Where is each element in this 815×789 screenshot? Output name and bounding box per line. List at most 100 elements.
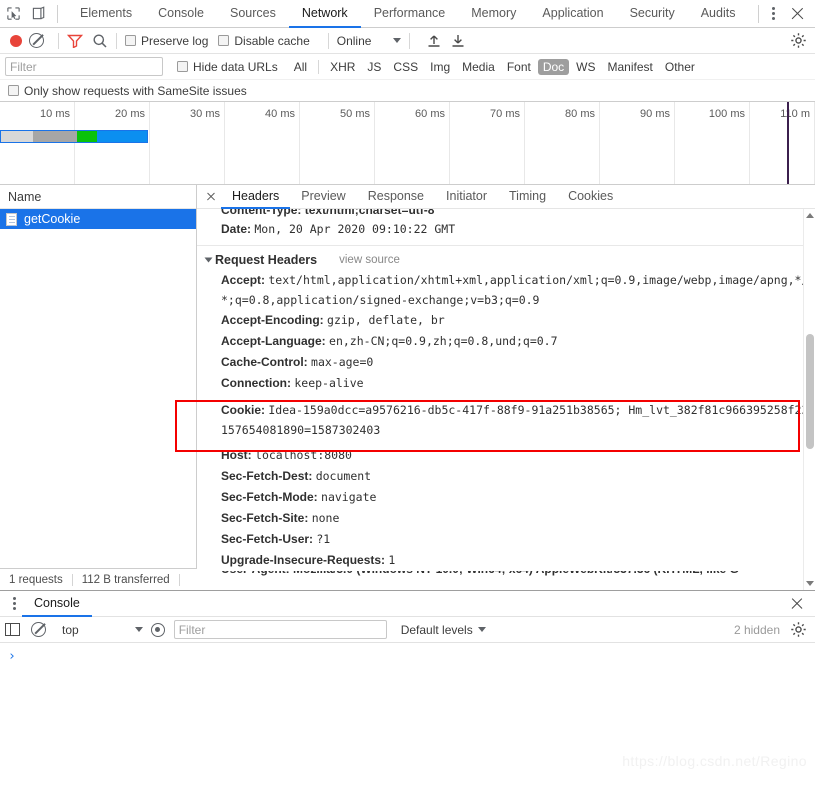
gear-icon[interactable] [790, 621, 807, 638]
gear-icon[interactable] [790, 32, 807, 49]
tab-memory[interactable]: Memory [458, 0, 529, 28]
search-icon[interactable] [92, 33, 108, 49]
network-throttle-select[interactable]: Online [337, 34, 402, 48]
filter-type-font[interactable]: Font [502, 59, 536, 75]
device-toolbar-icon[interactable] [26, 1, 52, 27]
tick-label: 90 ms [640, 108, 670, 120]
console-input-prompt[interactable]: › [0, 643, 815, 664]
export-har-icon[interactable] [450, 33, 466, 49]
tab-application[interactable]: Application [529, 0, 616, 28]
checkbox-box[interactable] [8, 85, 19, 96]
scroll-up-icon[interactable] [804, 209, 815, 222]
tick-label: 50 ms [340, 108, 370, 120]
filter-divider [318, 59, 320, 74]
close-icon[interactable] [201, 187, 221, 207]
filter-type-other[interactable]: Other [660, 59, 700, 75]
close-icon[interactable] [787, 594, 807, 614]
filter-type-img[interactable]: Img [425, 59, 455, 75]
chevron-down-icon[interactable] [134, 627, 143, 632]
header-value: en,zh-CN;q=0.9,zh;q=0.8,und;q=0.7 [329, 334, 558, 348]
tab-headers[interactable]: Headers [221, 185, 290, 209]
view-source-link[interactable]: view source [339, 250, 400, 270]
request-list-column-name[interactable]: Name [0, 185, 196, 209]
document-icon [6, 212, 17, 226]
clear-icon[interactable] [29, 33, 44, 48]
tab-response[interactable]: Response [357, 185, 435, 209]
tab-elements[interactable]: Elements [67, 0, 145, 28]
console-filter-input[interactable] [173, 620, 387, 639]
filter-type-doc[interactable]: Doc [537, 58, 570, 75]
header-name: Accept: [221, 273, 266, 287]
chevron-down-icon [477, 627, 486, 632]
tab-console[interactable]: Console [145, 0, 217, 28]
filter-type-manifest[interactable]: Manifest [603, 59, 658, 75]
header-name: Accept-Encoding: [221, 313, 324, 327]
samesite-checkbox[interactable]: Only show requests with SameSite issues [8, 84, 247, 98]
filter-funnel-icon[interactable] [66, 34, 84, 49]
checkbox-box[interactable] [125, 35, 136, 46]
network-control-bar: Preserve log Disable cache Online [0, 28, 815, 54]
header-row-upgrade-insecure: Upgrade-Insecure-Requests: 1 [197, 550, 815, 571]
import-har-icon[interactable] [426, 33, 442, 49]
tab-timing[interactable]: Timing [498, 185, 557, 209]
request-name: getCookie [24, 212, 81, 226]
context-value: top [62, 622, 79, 637]
chevron-down-icon [393, 38, 402, 43]
scroll-down-icon[interactable] [804, 577, 815, 590]
tab-cookies[interactable]: Cookies [557, 185, 624, 209]
detail-vertical-scrollbar[interactable] [803, 209, 815, 590]
more-vertical-icon[interactable] [6, 593, 22, 615]
request-headers-section-title[interactable]: Request Headers view source [197, 250, 815, 270]
tab-preview[interactable]: Preview [290, 185, 356, 209]
tab-security[interactable]: Security [617, 0, 688, 28]
record-button-icon[interactable] [10, 34, 22, 47]
checkbox-box[interactable] [177, 61, 188, 72]
console-context-selector[interactable]: top [62, 623, 79, 637]
levels-value: Default levels [400, 622, 473, 637]
watermark: https://blog.csdn.net/Regino [622, 753, 807, 769]
filter-type-all[interactable]: All [289, 59, 312, 75]
inspect-cursor-icon[interactable] [0, 1, 26, 27]
header-name: Sec-Fetch-Mode: [221, 490, 318, 504]
tab-performance[interactable]: Performance [361, 0, 459, 28]
network-overview-timeline[interactable]: 10 ms 20 ms 30 ms 40 ms 50 ms 60 ms 70 m… [0, 102, 815, 185]
network-status-bar: 1 requests 112 B transferred [0, 568, 197, 590]
chevron-down-icon[interactable] [204, 257, 213, 263]
filter-type-xhr[interactable]: XHR [325, 59, 360, 75]
preserve-log-checkbox[interactable]: Preserve log [125, 34, 208, 48]
filter-input[interactable] [5, 57, 163, 76]
console-log-levels-select[interactable]: Default levels [401, 623, 486, 637]
header-row-date: Date: Mon, 20 Apr 2020 09:10:22 GMT [197, 219, 815, 240]
tab-initiator[interactable]: Initiator [435, 185, 498, 209]
hide-data-urls-checkbox[interactable]: Hide data URLs [177, 60, 278, 74]
header-row-sec-fetch-mode: Sec-Fetch-Mode: navigate [197, 487, 815, 508]
filter-type-css[interactable]: CSS [388, 59, 423, 75]
filter-type-ws[interactable]: WS [571, 59, 600, 75]
disable-cache-label: Disable cache [234, 33, 310, 48]
show-console-sidebar-icon[interactable] [5, 623, 20, 636]
more-vertical-icon[interactable] [764, 4, 782, 24]
tab-sources[interactable]: Sources [217, 0, 289, 28]
bar-segment-download [97, 131, 147, 142]
header-row-accept: Accept: text/html,application/xhtml+xml,… [197, 270, 815, 291]
filter-type-media[interactable]: Media [457, 59, 500, 75]
tab-audits[interactable]: Audits [688, 0, 749, 28]
tick-label: 70 ms [490, 108, 520, 120]
filter-type-js[interactable]: JS [362, 59, 386, 75]
eye-icon[interactable] [150, 622, 165, 637]
checkbox-box[interactable] [218, 35, 230, 46]
tab-console-drawer[interactable]: Console [22, 591, 92, 617]
clear-console-icon[interactable] [31, 622, 46, 637]
control-divider-3 [327, 32, 329, 49]
control-divider-2 [116, 32, 117, 49]
close-icon[interactable] [787, 3, 809, 25]
hide-data-urls-label: Hide data URLs [193, 59, 278, 74]
header-row-sec-fetch-user: Sec-Fetch-User: ?1 [197, 529, 815, 550]
header-name: Sec-Fetch-User: [221, 532, 314, 546]
tab-network[interactable]: Network [289, 0, 361, 28]
control-divider-1 [58, 32, 59, 49]
header-row-accept-language: Accept-Language: en,zh-CN;q=0.9,zh;q=0.8… [197, 331, 815, 352]
disable-cache-checkbox[interactable]: Disable cache [218, 33, 310, 48]
scrollbar-thumb[interactable] [806, 334, 814, 449]
table-row[interactable]: getCookie [0, 209, 196, 229]
